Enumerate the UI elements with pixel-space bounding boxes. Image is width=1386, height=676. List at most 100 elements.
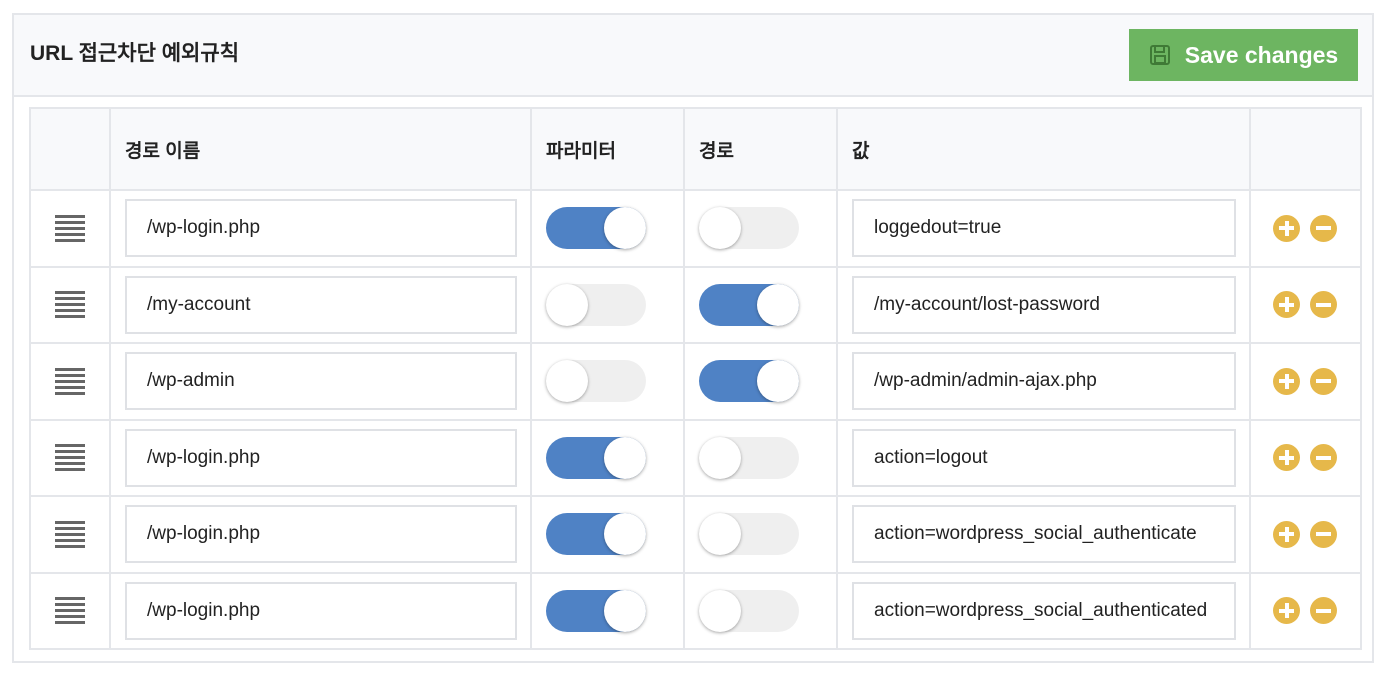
toggle-knob [604, 436, 646, 479]
minus-circle-icon[interactable] [1310, 597, 1337, 625]
plus-circle-icon[interactable] [1273, 520, 1300, 548]
parameter-toggle[interactable] [546, 436, 646, 479]
row-actions-cell [1249, 189, 1362, 268]
minus-circle-icon[interactable] [1310, 444, 1337, 472]
path-toggle[interactable] [699, 283, 799, 326]
drag-handle-icon[interactable] [31, 344, 109, 419]
value-input[interactable] [852, 352, 1236, 411]
drag-handle-icon[interactable] [31, 268, 109, 343]
path-name-input[interactable] [125, 428, 517, 487]
value-input[interactable] [852, 275, 1236, 334]
plus-circle-icon[interactable] [1273, 291, 1300, 319]
minus-circle-icon[interactable] [1310, 520, 1337, 548]
row-handle-cell [29, 189, 111, 268]
header-path-name: 경로 이름 [109, 107, 532, 191]
path-toggle[interactable] [699, 589, 799, 632]
row-handle-cell [29, 495, 111, 574]
exception-rules-panel: URL 접근차단 예외규칙 Save changes 경로 이름 파라미터 경로… [12, 13, 1374, 663]
plus-circle-icon[interactable] [1273, 597, 1300, 625]
row-actions-cell [1249, 342, 1362, 421]
row-name-cell [109, 495, 532, 574]
header-value: 값 [836, 107, 1251, 191]
table-row [29, 265, 1362, 344]
header-actions [1249, 107, 1362, 191]
plus-circle-icon[interactable] [1273, 214, 1300, 242]
row-actions-cell [1249, 571, 1362, 650]
minus-circle-icon[interactable] [1310, 291, 1337, 319]
row-handle-cell [29, 418, 111, 497]
save-changes-button[interactable]: Save changes [1129, 29, 1358, 81]
path-name-input[interactable] [125, 505, 517, 564]
parameter-toggle[interactable] [546, 283, 646, 326]
drag-handle-icon[interactable] [31, 497, 109, 572]
toggle-knob [699, 207, 741, 250]
panel-header: URL 접근차단 예외규칙 Save changes [14, 15, 1372, 97]
drag-handle-icon[interactable] [31, 191, 109, 266]
row-actions-cell [1249, 265, 1362, 344]
plus-circle-icon[interactable] [1273, 367, 1300, 395]
row-name-cell [109, 571, 532, 650]
toggle-knob [546, 360, 588, 403]
toggle-knob [546, 283, 588, 326]
drag-handle-icon[interactable] [31, 574, 109, 649]
parameter-toggle[interactable] [546, 207, 646, 250]
toggle-knob [699, 436, 741, 479]
row-name-cell [109, 418, 532, 497]
path-name-input[interactable] [125, 352, 517, 411]
value-input[interactable] [852, 505, 1236, 564]
minus-circle-icon[interactable] [1310, 214, 1337, 242]
row-actions-cell [1249, 495, 1362, 574]
row-parameter-cell [530, 571, 685, 650]
path-name-input[interactable] [125, 199, 517, 258]
row-parameter-cell [530, 495, 685, 574]
toggle-knob [604, 513, 646, 556]
header-parameter: 파라미터 [530, 107, 685, 191]
path-name-input[interactable] [125, 581, 517, 640]
row-path-cell [683, 495, 838, 574]
toggle-knob [604, 207, 646, 250]
row-parameter-cell [530, 342, 685, 421]
save-button-label: Save changes [1184, 41, 1339, 68]
path-toggle[interactable] [699, 436, 799, 479]
row-value-cell [836, 495, 1251, 574]
table-row [29, 571, 1362, 650]
row-name-cell [109, 189, 532, 268]
table-header-row: 경로 이름 파라미터 경로 값 [29, 107, 1362, 191]
row-value-cell [836, 418, 1251, 497]
row-value-cell [836, 189, 1251, 268]
parameter-toggle[interactable] [546, 589, 646, 632]
row-name-cell [109, 342, 532, 421]
minus-circle-icon[interactable] [1310, 367, 1337, 395]
toggle-knob [757, 283, 799, 326]
value-input[interactable] [852, 428, 1236, 487]
row-path-cell [683, 571, 838, 650]
row-actions-cell [1249, 418, 1362, 497]
parameter-toggle[interactable] [546, 513, 646, 556]
value-input[interactable] [852, 581, 1236, 640]
row-path-cell [683, 189, 838, 268]
table-row [29, 495, 1362, 574]
row-value-cell [836, 571, 1251, 650]
toggle-knob [604, 589, 646, 632]
parameter-toggle[interactable] [546, 360, 646, 403]
table-row [29, 342, 1362, 421]
toggle-knob [699, 589, 741, 632]
row-name-cell [109, 265, 532, 344]
header-path: 경로 [683, 107, 838, 191]
header-handle [29, 107, 111, 191]
toggle-knob [699, 513, 741, 556]
rules-table: 경로 이름 파라미터 경로 값 [29, 107, 1362, 650]
row-path-cell [683, 418, 838, 497]
plus-circle-icon[interactable] [1273, 444, 1300, 472]
path-toggle[interactable] [699, 207, 799, 250]
drag-handle-icon[interactable] [31, 421, 109, 496]
path-name-input[interactable] [125, 275, 517, 334]
row-handle-cell [29, 265, 111, 344]
toggle-knob [757, 360, 799, 403]
row-value-cell [836, 265, 1251, 344]
path-toggle[interactable] [699, 513, 799, 556]
value-input[interactable] [852, 199, 1236, 258]
path-toggle[interactable] [699, 360, 799, 403]
row-path-cell [683, 342, 838, 421]
panel-title: URL 접근차단 예외규칙 [30, 42, 240, 65]
